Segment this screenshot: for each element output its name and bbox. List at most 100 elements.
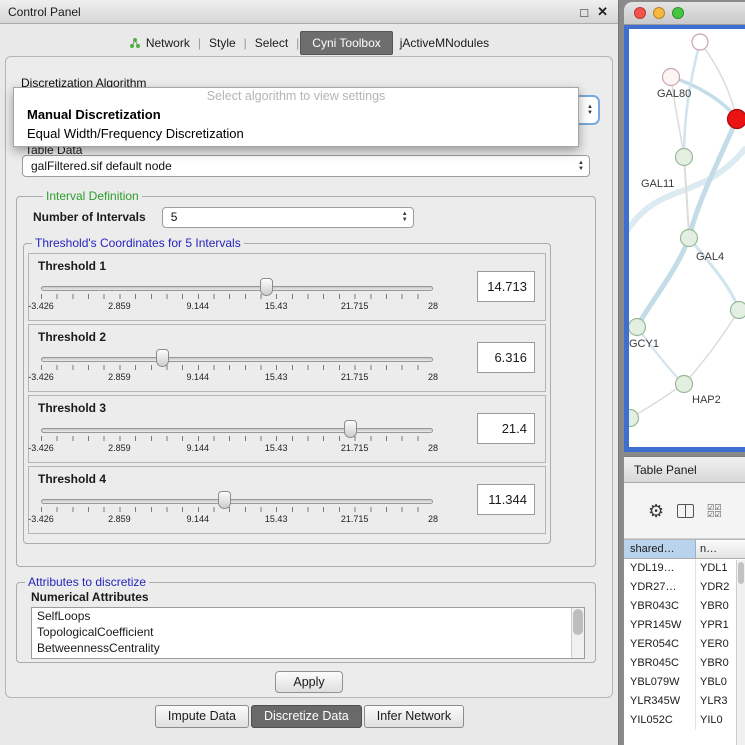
network-node[interactable]	[676, 376, 693, 393]
number-of-intervals-label: Number of Intervals	[33, 206, 146, 228]
tick-label: 15.43	[265, 443, 288, 453]
network-node-label: HAP2	[692, 394, 721, 406]
gear-icon[interactable]: ⚙	[648, 502, 664, 520]
table-cell[interactable]: YER054C	[624, 635, 696, 654]
table-cell[interactable]: YBR045C	[624, 654, 696, 673]
table-row[interactable]: YLR345W YLR3	[624, 692, 745, 711]
table-cell[interactable]: YIL052C	[624, 711, 696, 730]
number-of-intervals-combobox[interactable]: 5 ▲ ▼	[162, 207, 414, 228]
threshold-2-slider[interactable]: -3.426 2.859 9.144 15.43 21.715 28	[41, 347, 433, 391]
table-cell[interactable]: YBL079W	[624, 673, 696, 692]
slider-track[interactable]	[41, 499, 433, 504]
tick-label: 2.859	[108, 443, 131, 453]
table-row[interactable]: YER054C YER0	[624, 635, 745, 654]
network-edge[interactable]	[630, 384, 684, 418]
close-traffic-light[interactable]	[634, 7, 646, 19]
close-window-icon[interactable]: ✕	[597, 4, 608, 20]
scrollbar-thumb[interactable]	[738, 562, 744, 584]
tab-impute-data[interactable]: Impute Data	[155, 705, 249, 728]
attributes-scrollbar[interactable]	[571, 608, 584, 658]
table-data-combobox[interactable]: galFiltered.sif default node ▲ ▼	[22, 155, 590, 177]
algorithm-placeholder-item[interactable]: Select algorithm to view settings	[14, 88, 578, 105]
tick-label: 2.859	[108, 514, 131, 524]
network-edge[interactable]	[689, 238, 739, 310]
network-edge[interactable]	[637, 238, 689, 327]
threshold-1-slider[interactable]: -3.426 2.859 9.144 15.43 21.715 28	[41, 276, 433, 320]
column-header-name[interactable]: n…	[696, 540, 745, 558]
tab-infer-network[interactable]: Infer Network	[364, 705, 464, 728]
top-tab-bar: Network | Style | Select | Cyni Toolbox …	[0, 31, 618, 55]
tick-label: -3.426	[28, 301, 54, 311]
network-canvas[interactable]: GAL80GAL11GAL4GCY1HAP2	[629, 29, 745, 447]
apply-button[interactable]: Apply	[275, 671, 343, 693]
select-columns-check-icon[interactable]: ☑☑ ☑☑	[707, 504, 721, 518]
list-item[interactable]: SelfLoops	[32, 608, 584, 624]
threshold-4-value-field[interactable]: 11.344	[477, 484, 535, 515]
table-row[interactable]: YDR27… YDR2	[624, 578, 745, 597]
network-node[interactable]	[731, 302, 745, 319]
slider-track[interactable]	[41, 428, 433, 433]
list-item[interactable]: TopologicalCoefficient	[32, 624, 584, 640]
network-node-label: GAL11	[641, 178, 674, 190]
table-cell[interactable]: YDR27…	[624, 578, 696, 597]
columns-icon[interactable]	[677, 504, 694, 518]
scrollbar-thumb[interactable]	[573, 609, 583, 635]
threshold-3-value-field[interactable]: 21.4	[477, 413, 535, 444]
column-header-shared-name[interactable]: shared…	[624, 540, 696, 558]
tab-cyni-toolbox-label: Cyni Toolbox	[312, 36, 380, 50]
table-scrollbar[interactable]	[736, 560, 745, 745]
network-node[interactable]	[663, 69, 680, 86]
network-node[interactable]	[681, 230, 698, 247]
table-row[interactable]: YPR145W YPR1	[624, 616, 745, 635]
tick-label: 9.144	[187, 372, 210, 382]
network-edge[interactable]	[689, 119, 737, 238]
network-edge[interactable]	[684, 310, 739, 384]
network-edge[interactable]	[637, 327, 684, 384]
threshold-3-slider[interactable]: -3.426 2.859 9.144 15.43 21.715 28	[41, 418, 433, 462]
network-edge[interactable]	[700, 42, 737, 119]
algorithm-option-equal-width[interactable]: Equal Width/Frequency Discretization	[14, 124, 578, 143]
tab-discretize-data[interactable]: Discretize Data	[251, 705, 362, 728]
float-window-icon[interactable]: □	[580, 5, 588, 20]
table-row[interactable]: YBL079W YBL0	[624, 673, 745, 692]
threshold-1-panel: Threshold 1 -3.426 2.859 9.144 15.43 21.…	[28, 253, 546, 321]
minimize-traffic-light[interactable]	[653, 7, 665, 19]
network-node[interactable]	[676, 149, 693, 166]
network-node[interactable]	[629, 319, 646, 336]
algorithm-option-manual[interactable]: Manual Discretization	[14, 105, 578, 124]
threshold-1-value-field[interactable]: 14.713	[477, 271, 535, 302]
slider-thumb[interactable]	[156, 349, 169, 367]
network-node[interactable]	[692, 34, 708, 50]
zoom-traffic-light[interactable]	[672, 7, 684, 19]
slider-track[interactable]	[41, 357, 433, 362]
table-cell[interactable]: YBR043C	[624, 597, 696, 616]
tab-cyni-toolbox[interactable]: Cyni Toolbox	[300, 31, 392, 55]
tab-jactivemodules[interactable]: jActiveMNodules	[393, 32, 496, 54]
table-cell[interactable]: YDL19…	[624, 559, 696, 578]
slider-thumb[interactable]	[260, 278, 273, 296]
chevron-down-icon: ▼	[402, 217, 408, 223]
table-row[interactable]: YBR043C YBR0	[624, 597, 745, 616]
tab-select[interactable]: Select	[248, 32, 295, 54]
tick-label: 21.715	[341, 443, 369, 453]
slider-thumb[interactable]	[344, 420, 357, 438]
tab-style[interactable]: Style	[202, 32, 243, 54]
control-panel-titlebar: Control Panel □ ✕	[0, 0, 618, 24]
table-row[interactable]: YBR045C YBR0	[624, 654, 745, 673]
tick-label: 9.144	[187, 514, 210, 524]
slider-track[interactable]	[41, 286, 433, 291]
list-item[interactable]: BetweennessCentrality	[32, 640, 584, 656]
table-cell[interactable]: YPR145W	[624, 616, 696, 635]
table-data-value: galFiltered.sif default node	[31, 159, 172, 173]
table-row[interactable]: YIL052C YIL0	[624, 711, 745, 730]
network-edge[interactable]	[684, 157, 689, 238]
table-row[interactable]: YDL19… YDL1	[624, 559, 745, 578]
threshold-4-slider[interactable]: -3.426 2.859 9.144 15.43 21.715 28	[41, 489, 433, 533]
slider-thumb[interactable]	[218, 491, 231, 509]
threshold-2-value-field[interactable]: 6.316	[477, 342, 535, 373]
threshold-1-label: Threshold 1	[38, 259, 106, 273]
tab-network[interactable]: Network	[122, 32, 197, 54]
network-node[interactable]	[728, 110, 745, 129]
table-cell[interactable]: YLR345W	[624, 692, 696, 711]
network-node[interactable]	[629, 410, 639, 427]
